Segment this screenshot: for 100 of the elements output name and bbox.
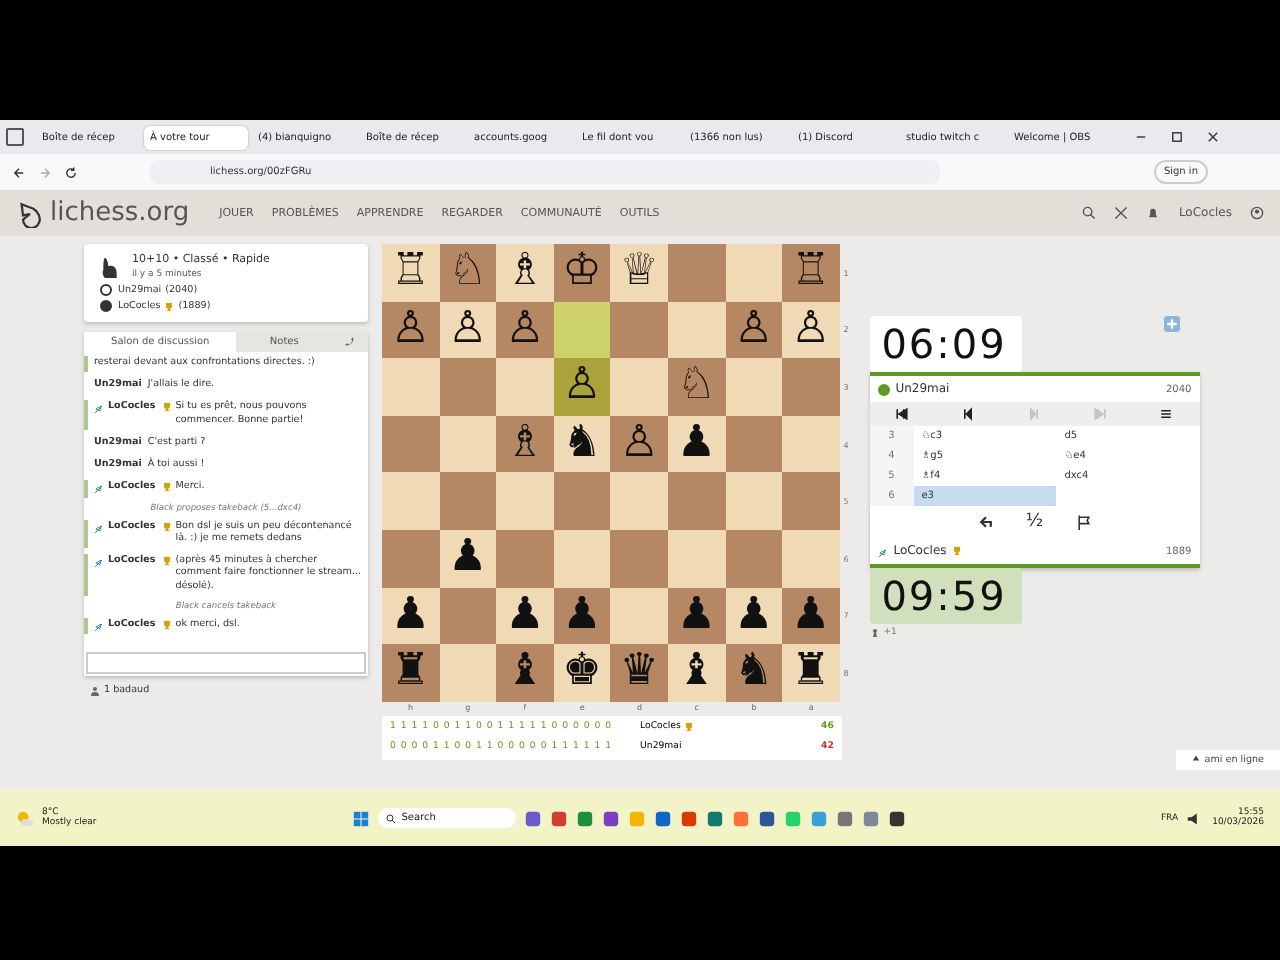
board-square[interactable]: ♝ [667,644,726,702]
board-square[interactable]: ♘ [667,358,726,416]
chess-piece[interactable]: ♟ [676,593,717,638]
chess-piece[interactable]: ♖ [390,250,431,295]
board-square[interactable] [381,415,440,473]
chess-piece[interactable]: ♟ [390,593,431,638]
board-square[interactable]: ♟ [381,587,440,645]
chess-piece[interactable]: ♙ [791,307,831,352]
board-square[interactable]: ♜ [381,644,440,702]
board-square[interactable]: ♔ [553,244,611,302]
chess-piece[interactable]: ♟ [791,593,831,638]
board-square[interactable] [667,301,726,359]
chess-piece[interactable]: ♕ [619,250,659,295]
board-square[interactable] [725,472,783,530]
board-square[interactable] [610,301,668,359]
chess-piece[interactable]: ♘ [447,250,488,295]
back-icon[interactable] [12,165,26,179]
chess-piece[interactable]: ♝ [505,650,545,695]
board-square[interactable] [439,415,497,473]
board-square[interactable]: ♘ [439,244,497,302]
board-square[interactable]: ♗ [496,244,554,302]
board-square[interactable]: ♙ [439,301,497,359]
chess-piece[interactable]: ♟ [505,593,545,638]
board-square[interactable] [725,244,783,302]
board-square[interactable] [725,358,783,416]
windows-start-icon[interactable] [351,809,370,827]
board-square[interactable]: ♛ [610,644,668,702]
board-square[interactable]: ♟ [496,587,554,645]
board-square[interactable]: ♙ [610,415,668,473]
chess-piece[interactable]: ♗ [505,422,545,467]
board-square[interactable] [381,529,440,588]
board-square[interactable]: ♞ [553,415,611,473]
board-square[interactable]: ♝ [496,644,554,702]
board-square[interactable]: ♙ [725,301,783,359]
board-square[interactable]: ♖ [381,244,440,302]
chess-piece[interactable]: ♗ [505,250,545,295]
chess-piece[interactable]: ♟ [676,422,717,467]
chess-piece[interactable]: ♘ [676,364,717,409]
board-square[interactable]: ♙ [496,301,554,359]
chess-piece[interactable]: ♙ [390,307,431,352]
forward-icon[interactable] [38,165,52,179]
board-square[interactable]: ♕ [610,244,668,302]
board-square[interactable] [439,358,497,416]
board-square[interactable] [553,472,611,530]
chess-piece[interactable]: ♝ [676,650,717,695]
chess-board[interactable]: ♖ ♘ ♗ ♔ ♕ ♖ ♙ ♙ ♙ ♙ ♙ ♙ ♘ ♗ ♞ ♙ ♟ ♟ ♟ ♟ ♟ ♟ ♟ ♟ ♜ ♝ ♚ ♛ ♝ ♞ ♜ [381,244,840,702]
chess-piece[interactable]: ♔ [562,250,602,295]
board-square[interactable] [439,644,497,702]
chess-piece[interactable]: ♜ [791,650,831,695]
board-square[interactable] [439,587,497,645]
chess-piece[interactable]: ♙ [733,307,774,352]
flag-icon[interactable] [1075,514,1092,530]
chess-piece[interactable]: ♟ [733,593,774,638]
minimize-icon[interactable] [1134,130,1148,144]
board-square[interactable]: ♟ [553,587,611,645]
board-square[interactable] [553,301,611,359]
chess-piece[interactable]: ♛ [619,650,659,695]
board-square[interactable]: ♟ [667,587,726,645]
cross-swords-icon[interactable] [1114,206,1129,220]
board-square[interactable]: ♟ [667,415,726,473]
phone-icon[interactable] [343,336,356,348]
chess-piece[interactable]: ♞ [562,422,602,467]
board-square[interactable]: ♙ [381,301,440,359]
knight-logo-icon[interactable] [16,199,44,227]
board-square[interactable] [439,472,497,530]
board-square[interactable]: ♙ [553,358,611,416]
tab-overview-icon[interactable] [6,128,24,146]
reload-icon[interactable] [64,165,78,179]
chess-piece[interactable]: ♟ [562,593,602,638]
board-square[interactable] [610,587,668,645]
offer-draw-button[interactable]: ½ [1025,512,1044,532]
chess-piece[interactable]: ♖ [791,250,831,295]
chess-piece[interactable]: ♚ [562,650,602,695]
user-avatar-icon[interactable] [1250,206,1264,220]
board-square[interactable]: ♚ [553,644,611,702]
search-icon[interactable] [1082,206,1097,220]
board-square[interactable]: ♖ [782,244,840,302]
board-square[interactable]: ♟ [782,587,840,645]
board-square[interactable]: ♙ [782,301,840,359]
board-square[interactable]: ♞ [725,644,783,702]
chess-piece[interactable]: ♜ [390,650,431,695]
board-square[interactable]: ♗ [496,415,554,473]
board-square[interactable] [725,529,783,588]
board-square[interactable] [553,529,611,588]
site-logo[interactable]: lichess.org [50,198,190,228]
board-square[interactable] [782,415,840,473]
chess-piece[interactable]: ♙ [619,422,659,467]
chess-piece[interactable]: ♟ [447,536,488,581]
chat-input[interactable] [86,652,366,674]
board-square[interactable]: ♜ [782,644,840,702]
board-square[interactable] [667,529,726,588]
plus-icon[interactable] [1164,316,1180,332]
takeback-arrow-icon[interactable] [977,514,994,530]
maximize-icon[interactable] [1170,130,1184,144]
chess-piece[interactable]: ♙ [562,364,602,409]
close-icon[interactable] [1206,130,1220,144]
notification-bell-icon[interactable] [1146,206,1161,220]
chess-piece[interactable]: ♞ [733,650,774,695]
board-square[interactable] [725,415,783,473]
board-square[interactable]: ♟ [439,529,497,588]
